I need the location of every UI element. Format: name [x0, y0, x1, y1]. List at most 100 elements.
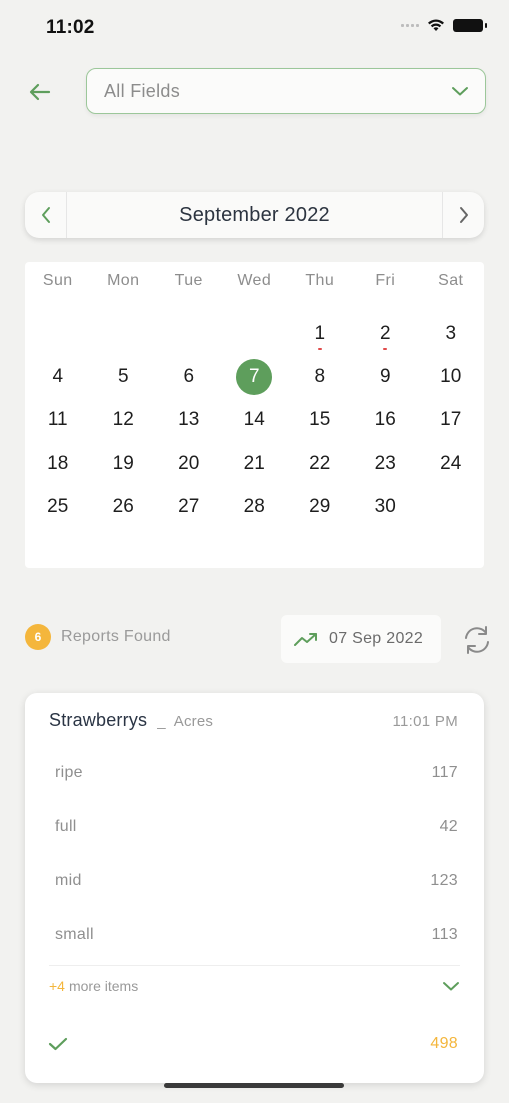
calendar-day[interactable]: 5 [91, 355, 157, 398]
next-month-button[interactable] [442, 192, 484, 238]
calendar-day-number: 28 [243, 496, 265, 518]
calendar-day[interactable]: 23 [353, 442, 419, 485]
calendar-day-number: 27 [178, 496, 200, 518]
calendar-day[interactable]: 13 [156, 399, 222, 442]
refresh-icon [465, 626, 489, 654]
calendar-day[interactable]: 10 [418, 355, 484, 398]
date-filter-text: 07 Sep 2022 [329, 630, 424, 647]
report-item-value: 123 [430, 872, 458, 889]
weekday-label: Tue [174, 272, 203, 289]
calendar-day[interactable]: 30 [353, 486, 419, 529]
status-icons [401, 18, 487, 32]
reports-count-badge: 6 [25, 624, 51, 650]
calendar-empty-cell [91, 312, 157, 355]
status-time: 11:02 [46, 17, 95, 38]
trending-up-icon [294, 633, 317, 646]
acres-label: Acres [173, 713, 214, 730]
calendar-day[interactable]: 12 [91, 399, 157, 442]
calendar-day[interactable]: 3 [418, 312, 484, 355]
days-grid: 1 2 3 4 5 6 7 8 9 10 11 12 13 14 15 16 17 18 19 20 21 22 23 24 2… [25, 312, 484, 529]
calendar-day-number: 25 [47, 496, 69, 518]
calendar-day[interactable]: 8 [287, 355, 353, 398]
report-card[interactable]: Strawberrys _ Acres 11:01 PM ripe 117 ful… [25, 693, 484, 1083]
event-marker [383, 348, 388, 351]
report-total: 498 [430, 1035, 458, 1052]
battery-icon [453, 18, 487, 32]
calendar-day-number: 14 [243, 409, 265, 431]
chevron-right-icon [459, 207, 468, 223]
calendar-day[interactable]: 27 [156, 486, 222, 529]
calendar-day[interactable]: 4 [25, 355, 91, 398]
calendar-day[interactable]: 29 [287, 486, 353, 529]
calendar-day[interactable]: 24 [418, 442, 484, 485]
calendar-day-number: 17 [440, 409, 462, 431]
calendar-day-number: 2 [379, 322, 391, 344]
report-card-footer: 498 [47, 1035, 458, 1053]
calendar-day[interactable]: 28 [222, 486, 288, 529]
weekday-header: Sun Mon Tue Wed Thu Fri Sat [25, 272, 484, 290]
date-filter-chip[interactable]: 07 Sep 2022 [281, 615, 441, 663]
prev-month-button[interactable] [25, 192, 67, 238]
report-item-label: small [55, 926, 94, 943]
calendar-day[interactable]: 20 [156, 442, 222, 485]
calendar-day[interactable]: 22 [287, 442, 353, 485]
calendar-day-number: 30 [374, 496, 396, 518]
calendar-day-number: 24 [440, 452, 462, 474]
calendar-day[interactable]: 15 [287, 399, 353, 442]
status-bar: 11:02 [0, 0, 509, 56]
back-button[interactable] [24, 76, 56, 108]
calendar-day-number: 5 [117, 366, 129, 388]
check-icon [48, 1037, 68, 1051]
calendar-day-selected[interactable]: 7 [222, 355, 288, 398]
calendar-day-number: 12 [112, 409, 134, 431]
calendar-day[interactable]: 14 [222, 399, 288, 442]
report-item-value: 117 [431, 764, 458, 781]
event-marker [317, 348, 322, 351]
month-title: September 2022 [179, 203, 330, 226]
calendar-day[interactable]: 21 [222, 442, 288, 485]
field-select-value: All Fields [104, 80, 181, 101]
report-item: full 42 [55, 800, 458, 854]
more-items-toggle[interactable]: +4 more items [49, 978, 460, 994]
chevron-down-icon [452, 87, 468, 96]
calendar-day[interactable]: 16 [353, 399, 419, 442]
calendar-day[interactable]: 1 [287, 312, 353, 355]
calendar-day-number: 9 [379, 366, 391, 388]
calendar: Sun Mon Tue Wed Thu Fri Sat 1 2 3 4 5 6 7 8 9 10 1… [25, 262, 484, 568]
weekday-label: Sun [42, 272, 73, 289]
report-item: ripe 117 [55, 746, 458, 800]
field-select[interactable]: All Fields [86, 68, 486, 114]
calendar-day[interactable]: 17 [418, 399, 484, 442]
home-indicator [164, 1083, 344, 1088]
calendar-day-number: 21 [243, 452, 265, 474]
report-item-label: mid [55, 872, 82, 889]
calendar-day-number: 6 [183, 366, 195, 388]
calendar-day[interactable]: 19 [91, 442, 157, 485]
calendar-day-number: 20 [178, 452, 200, 474]
acres-value: _ [157, 713, 166, 730]
calendar-day[interactable]: 18 [25, 442, 91, 485]
calendar-day-number: 4 [52, 366, 64, 388]
signal-icon [401, 23, 419, 27]
calendar-day[interactable]: 6 [156, 355, 222, 398]
calendar-day-number: 22 [309, 452, 331, 474]
wifi-icon [428, 19, 444, 31]
calendar-day[interactable]: 11 [25, 399, 91, 442]
report-card-header: Strawberrys _ Acres 11:01 PM [49, 710, 458, 731]
report-time: 11:01 PM [392, 713, 458, 730]
calendar-day[interactable]: 9 [353, 355, 419, 398]
reports-found-label: Reports Found [61, 628, 171, 645]
refresh-button[interactable] [460, 624, 494, 656]
calendar-day-number: 29 [309, 496, 331, 518]
calendar-day[interactable]: 2 [353, 312, 419, 355]
calendar-day-number: 8 [314, 366, 326, 388]
calendar-day-number: 7 [236, 359, 273, 396]
calendar-day[interactable]: 26 [91, 486, 157, 529]
more-items-label: more items [68, 978, 139, 994]
calendar-day-number: 1 [314, 322, 326, 344]
calendar-day[interactable]: 25 [25, 486, 91, 529]
calendar-day-number: 16 [374, 409, 396, 431]
arrow-left-icon [29, 83, 51, 101]
report-items: ripe 117 full 42 mid 123 small 113 [55, 746, 458, 962]
weekday-label: Mon [107, 272, 140, 289]
